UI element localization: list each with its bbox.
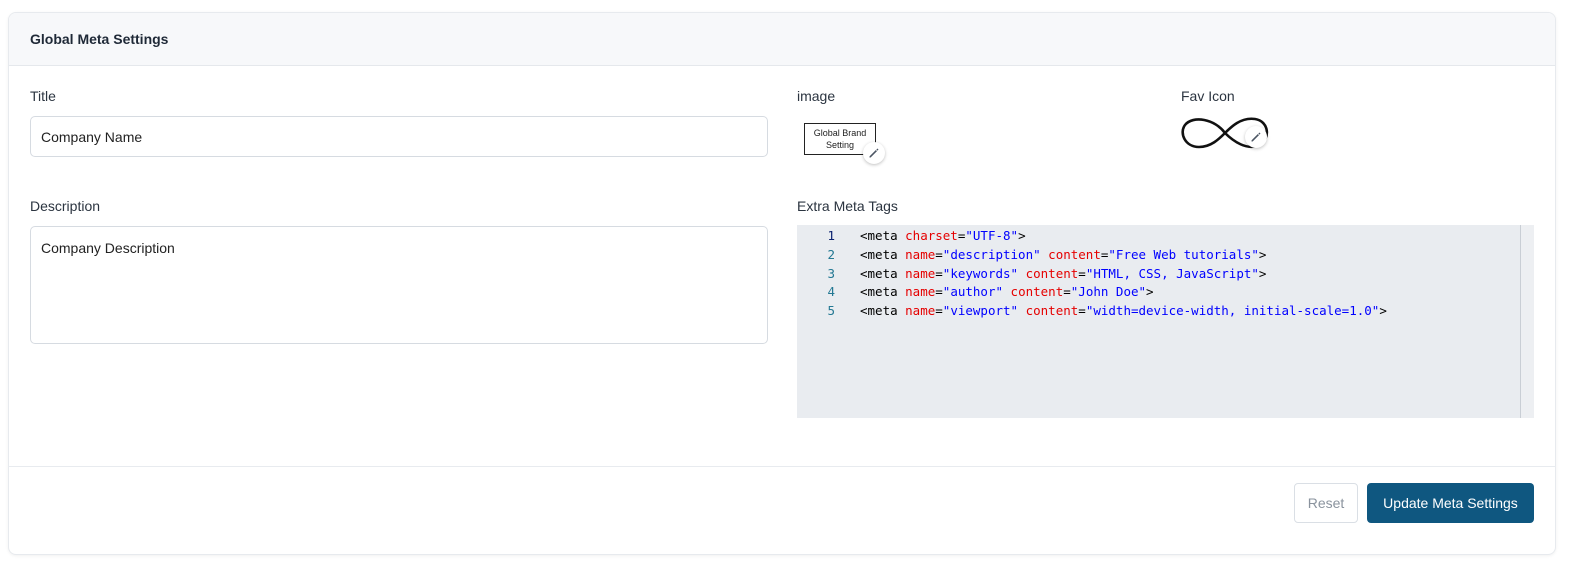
code-token: name	[905, 265, 936, 281]
code-text: <meta charset="UTF-8">	[860, 228, 1026, 243]
pencil-icon	[1251, 132, 1261, 142]
code-token: content	[1025, 303, 1079, 319]
code-token: =	[935, 246, 943, 262]
code-token: "viewport"	[942, 303, 1019, 319]
update-meta-settings-button[interactable]: Update Meta Settings	[1367, 483, 1534, 523]
title-label: Title	[30, 88, 56, 104]
line-number: 5	[827, 303, 835, 319]
code-text: <meta name="author" content="John Doe">	[860, 284, 1154, 299]
code-token: =	[935, 265, 943, 281]
code-token: "John Doe"	[1070, 284, 1147, 300]
reset-button[interactable]: Reset	[1294, 483, 1358, 523]
code-text: <meta name="viewport" content="width=dev…	[860, 303, 1387, 318]
code-text: <meta name="keywords" content="HTML, CSS…	[860, 266, 1266, 281]
extra-meta-tags-editor[interactable]: 1 <meta charset="UTF-8"> 2 <meta name="desc…	[797, 225, 1534, 418]
code-token: <meta	[860, 246, 906, 262]
code-token: "keywords"	[942, 265, 1019, 281]
code-token: =	[935, 284, 943, 300]
line-number: 2	[827, 246, 835, 262]
code-line[interactable]: 1 <meta charset="UTF-8">	[797, 226, 1534, 245]
code-token: <meta	[860, 265, 906, 281]
code-line[interactable]: 3 <meta name="keywords" content="HTML, CS…	[797, 264, 1534, 283]
code-token: "description"	[942, 246, 1041, 262]
favicon-preview[interactable]	[1179, 113, 1279, 155]
code-token: name	[905, 246, 936, 262]
code-token: "Free Web tutorials"	[1108, 246, 1259, 262]
code-token: <meta	[860, 284, 906, 300]
code-text: <meta name="description" content="Free W…	[860, 247, 1266, 262]
image-edit-button[interactable]	[863, 142, 885, 164]
code-token: content	[1048, 246, 1101, 262]
footer-divider	[8, 466, 1556, 467]
image-label: image	[797, 88, 836, 104]
code-token: content	[1025, 265, 1079, 281]
pencil-icon	[869, 148, 879, 158]
card-header: Global Meta Settings	[9, 13, 1555, 66]
code-line[interactable]: 5 <meta name="viewport" content="width=de…	[797, 301, 1534, 320]
code-token: =	[935, 303, 943, 319]
code-token: charset	[905, 228, 958, 243]
code-token: "UTF-8"	[965, 228, 1019, 243]
line-number: 1	[827, 228, 835, 243]
code-token: >	[1146, 284, 1154, 300]
code-token: >	[1258, 246, 1267, 262]
line-number: 4	[827, 284, 835, 300]
code-token: <meta	[860, 228, 906, 243]
code-token: "width=device-width, initial-scale=1.0"	[1085, 303, 1380, 319]
card-title: Global Meta Settings	[30, 31, 169, 47]
code-token: >	[1018, 228, 1026, 243]
description-label: Description	[30, 198, 101, 214]
code-token: name	[905, 284, 936, 300]
code-token: "HTML, CSS, JavaScript"	[1085, 265, 1259, 281]
code-token: =	[1078, 303, 1086, 319]
code-line[interactable]: 2 <meta name="description" content="Free …	[797, 245, 1534, 264]
code-token: <meta	[860, 303, 906, 319]
code-token: content	[1010, 284, 1064, 300]
favicon-label: Fav Icon	[1181, 88, 1235, 104]
line-number: 3	[827, 265, 835, 281]
title-input[interactable]: Company Name	[30, 116, 768, 157]
favicon-edit-button[interactable]	[1245, 126, 1267, 148]
code-token: name	[905, 303, 936, 319]
code-token: "author"	[942, 284, 1004, 300]
description-textarea[interactable]: Company Description	[30, 226, 768, 344]
code-token: >	[1379, 303, 1387, 319]
image-preview[interactable]: Global Brand Setting	[797, 113, 889, 169]
code-token: >	[1258, 265, 1267, 281]
extra-meta-tags-label: Extra Meta Tags	[797, 198, 898, 214]
code-line[interactable]: 4 <meta name="author" content="John Doe">	[797, 282, 1534, 301]
code-token: =	[1063, 284, 1071, 300]
code-token: =	[1078, 265, 1086, 281]
